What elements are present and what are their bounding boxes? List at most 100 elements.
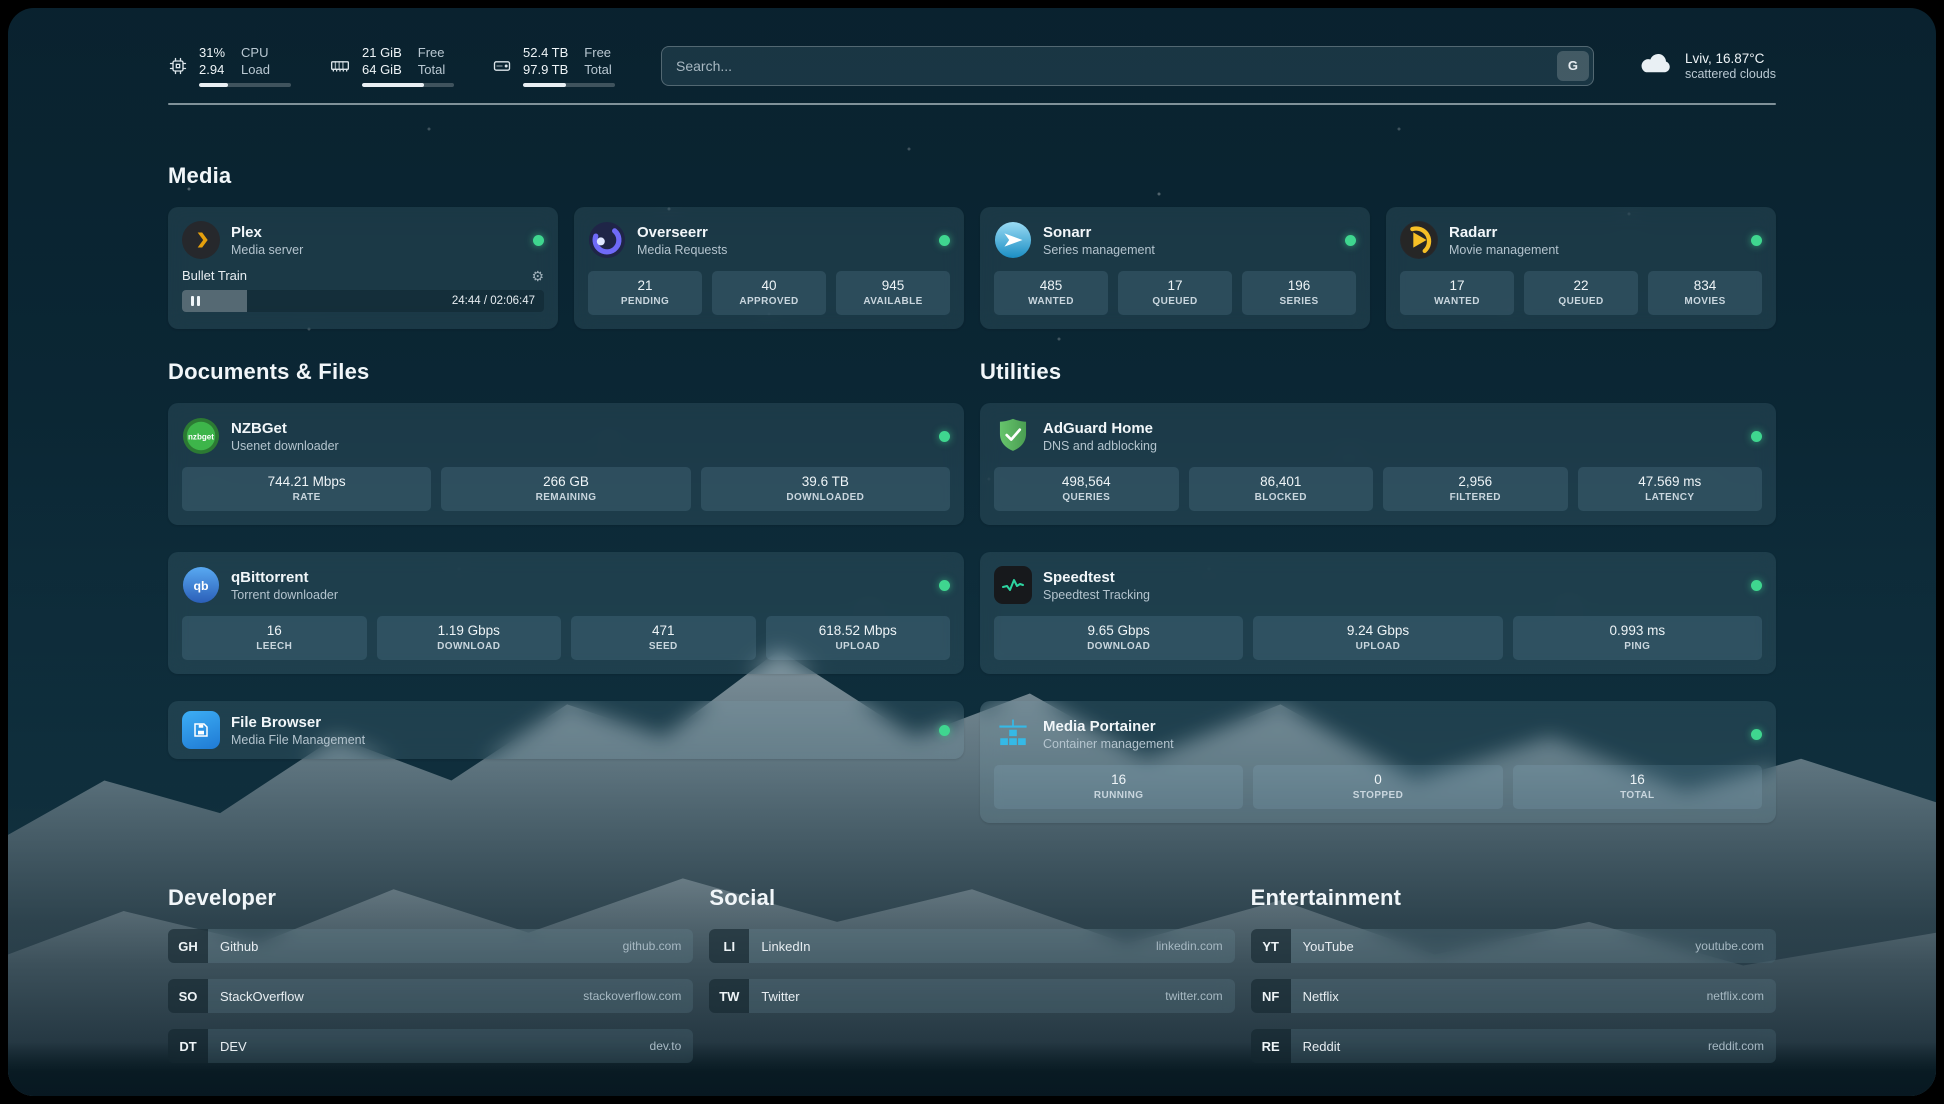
bookmark-url: twitter.com: [1165, 989, 1222, 1003]
service-description: DNS and adblocking: [1043, 439, 1157, 453]
disk-progress-bar: [523, 83, 615, 87]
search-bar[interactable]: G: [661, 46, 1594, 86]
bookmark-name: Reddit: [1303, 1039, 1341, 1054]
memory-widget: 21 GiB 64 GiB Free Total: [329, 44, 454, 87]
service-name: qBittorrent: [231, 569, 338, 586]
bookmark-netflix[interactable]: NF Netflix netflix.com: [1251, 979, 1776, 1013]
weather-location: Lviv, 16.87°C: [1685, 51, 1776, 66]
bookmark-abbr: DT: [168, 1029, 208, 1063]
bookmark-youtube[interactable]: YT YouTube youtube.com: [1251, 929, 1776, 963]
stat-ping: 0.993 ms PING: [1513, 616, 1762, 660]
disk-total-label: Total: [584, 61, 611, 78]
service-name: Overseerr: [637, 224, 727, 241]
service-card-radarr[interactable]: Radarr Movie management 17 WANTED 22 QUE…: [1386, 207, 1776, 329]
playback-time: 24:44 / 02:06:47: [452, 295, 535, 307]
service-card-plex[interactable]: Plex Media server Bullet Train ⚙: [168, 207, 558, 329]
bookmark-group-entertainment: Entertainment YT YouTube youtube.com NF …: [1251, 885, 1776, 1063]
status-dot: [939, 725, 950, 736]
portainer-icon: [994, 715, 1032, 753]
service-card-filebrowser[interactable]: File Browser Media File Management: [168, 701, 964, 759]
service-description: Usenet downloader: [231, 439, 339, 453]
service-description: Media Requests: [637, 243, 727, 257]
adguard-icon: [994, 417, 1032, 455]
service-name: NZBGet: [231, 420, 339, 437]
memory-total-value: 64 GiB: [362, 61, 402, 78]
service-name: Speedtest: [1043, 569, 1150, 586]
filebrowser-icon: [182, 711, 220, 749]
status-dot: [1751, 235, 1762, 246]
playback-progress-bar[interactable]: 24:44 / 02:06:47: [182, 290, 544, 312]
stat-wanted: 17 WANTED: [1400, 271, 1514, 315]
stat-leech: 16 LEECH: [182, 616, 367, 660]
section-title-developer: Developer: [168, 885, 693, 911]
bookmark-abbr: SO: [168, 979, 208, 1013]
bookmark-abbr: RE: [1251, 1029, 1291, 1063]
radarr-icon: [1400, 221, 1438, 259]
bookmark-url: dev.to: [650, 1039, 682, 1053]
bookmark-name: Twitter: [761, 989, 799, 1004]
sonarr-icon: [994, 221, 1032, 259]
nzbget-icon: nzbget: [182, 417, 220, 455]
search-input[interactable]: [666, 58, 1557, 74]
service-card-nzbget[interactable]: nzbget NZBGet Usenet downloader 74: [168, 403, 964, 525]
bookmark-stackoverflow[interactable]: SO StackOverflow stackoverflow.com: [168, 979, 693, 1013]
status-dot: [1751, 580, 1762, 591]
stat-queries: 498,564 QUERIES: [994, 467, 1179, 511]
memory-icon: [329, 56, 351, 76]
bookmark-linkedin[interactable]: LI LinkedIn linkedin.com: [709, 929, 1234, 963]
cpu-usage-value: 31%: [199, 44, 225, 61]
status-dot: [1751, 431, 1762, 442]
stat-upload: 9.24 Gbps UPLOAD: [1253, 616, 1502, 660]
bookmark-abbr: TW: [709, 979, 749, 1013]
stat-upload: 618.52 Mbps UPLOAD: [766, 616, 951, 660]
service-description: Media server: [231, 243, 303, 257]
bookmark-name: DEV: [220, 1039, 247, 1054]
disk-total-value: 97.9 TB: [523, 61, 568, 78]
service-name: Plex: [231, 224, 303, 241]
search-provider-button[interactable]: G: [1557, 51, 1589, 81]
section-media: Media Plex Media server: [168, 163, 1776, 329]
service-card-sonarr[interactable]: Sonarr Series management 485 WANTED 17 Q…: [980, 207, 1370, 329]
service-description: Series management: [1043, 243, 1155, 257]
bookmark-dev[interactable]: DT DEV dev.to: [168, 1029, 693, 1063]
bookmarks-section: Developer GH Github github.com SO StackO…: [168, 885, 1776, 1063]
service-card-overseerr[interactable]: Overseerr Media Requests 21 PENDING 40 A…: [574, 207, 964, 329]
bookmark-group-developer: Developer GH Github github.com SO StackO…: [168, 885, 693, 1063]
cpu-load-label: Load: [241, 61, 270, 78]
stat-pending: 21 PENDING: [588, 271, 702, 315]
status-dot: [1345, 235, 1356, 246]
cpu-load-value: 2.94: [199, 61, 225, 78]
cloud-icon: [1638, 50, 1674, 81]
cpu-icon: [168, 56, 188, 76]
topbar-divider: [168, 103, 1776, 105]
bookmark-name: Netflix: [1303, 989, 1339, 1004]
stat-downloaded: 39.6 TB DOWNLOADED: [701, 467, 950, 511]
bookmark-github[interactable]: GH Github github.com: [168, 929, 693, 963]
bookmark-twitter[interactable]: TW Twitter twitter.com: [709, 979, 1234, 1013]
disk-free-label: Free: [584, 44, 611, 61]
bookmark-name: Github: [220, 939, 258, 954]
service-card-speedtest[interactable]: Speedtest Speedtest Tracking 9.65 Gbps D…: [980, 552, 1776, 674]
cpu-widget: 31% 2.94 CPU Load: [168, 44, 291, 87]
service-name: Radarr: [1449, 224, 1559, 241]
media-grid: Plex Media server Bullet Train ⚙: [168, 207, 1776, 329]
stat-download: 9.65 Gbps DOWNLOAD: [994, 616, 1243, 660]
middle-columns: Documents & Files nzbget: [168, 359, 1776, 823]
gear-icon[interactable]: ⚙: [531, 269, 544, 283]
cpu-usage-label: CPU: [241, 44, 270, 61]
stat-movies: 834 MOVIES: [1648, 271, 1762, 315]
memory-progress-bar: [362, 83, 454, 87]
stat-seed: 471 SEED: [571, 616, 756, 660]
dashboard-screen: 31% 2.94 CPU Load: [8, 8, 1936, 1096]
stat-blocked: 86,401 BLOCKED: [1189, 467, 1374, 511]
bookmark-reddit[interactable]: RE Reddit reddit.com: [1251, 1029, 1776, 1063]
service-card-qbittorrent[interactable]: qb qBittorrent Torrent downloader: [168, 552, 964, 674]
pause-icon[interactable]: [191, 296, 200, 306]
stat-latency: 47.569 ms LATENCY: [1578, 467, 1763, 511]
service-card-portainer[interactable]: Media Portainer Container management 16 …: [980, 701, 1776, 823]
bookmark-url: netflix.com: [1707, 989, 1764, 1003]
stat-approved: 40 APPROVED: [712, 271, 826, 315]
service-name: Sonarr: [1043, 224, 1155, 241]
service-card-adguard[interactable]: AdGuard Home DNS and adblocking 498,564 …: [980, 403, 1776, 525]
bookmark-url: reddit.com: [1708, 1039, 1764, 1053]
